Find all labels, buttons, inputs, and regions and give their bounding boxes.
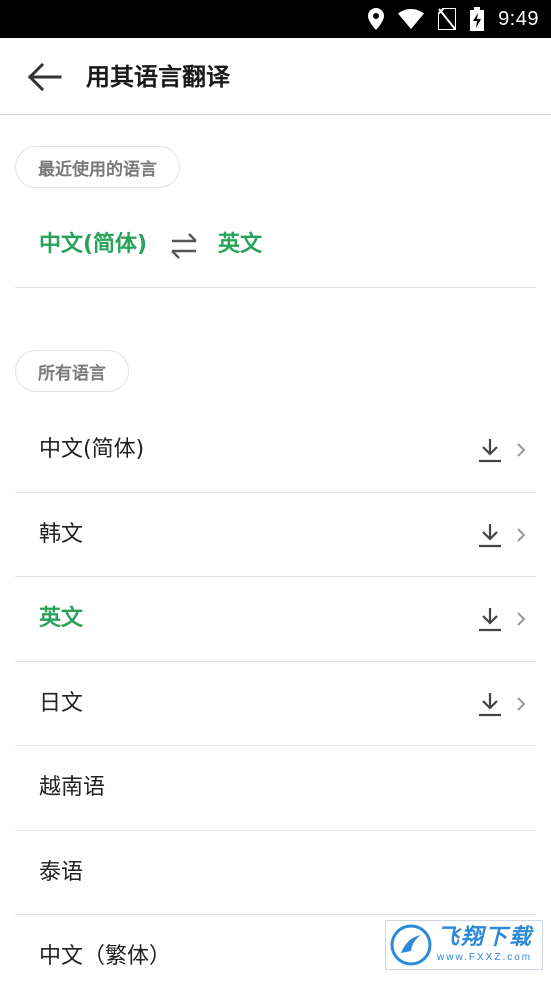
watermark-logo-icon <box>390 924 432 966</box>
chevron-right-icon <box>517 696 526 711</box>
status-icons: 9:49 <box>368 0 539 38</box>
language-label: 中文（繁体） <box>39 944 172 969</box>
battery-charging-icon <box>470 7 485 31</box>
status-time: 9:49 <box>498 7 539 30</box>
recent-languages-chip: 最近使用的语言 <box>15 146 180 188</box>
back-button[interactable] <box>20 54 68 100</box>
language-label: 韩文 <box>39 521 84 547</box>
language-item-th[interactable]: 泰语 <box>15 831 536 915</box>
language-label-selected: 英文 <box>39 606 84 631</box>
location-icon <box>368 8 385 30</box>
language-item-zh-hans[interactable]: 中文(简体) <box>15 408 536 493</box>
language-list: 中文(简体) 韩文 英文 日文 越南语 泰语 中文（繁体） <box>15 408 536 981</box>
chevron-right-icon <box>517 612 526 626</box>
language-item-ko[interactable]: 韩文 <box>15 493 536 577</box>
app-bar: 用其语言翻译 <box>0 38 551 115</box>
download-icon[interactable] <box>476 690 504 718</box>
recent-language-pair: 中文(简体) 英文 <box>15 205 536 288</box>
page-title: 用其语言翻译 <box>86 63 230 91</box>
language-label: 泰语 <box>39 859 84 885</box>
chevron-right-icon <box>517 443 526 457</box>
swap-icon[interactable] <box>167 231 201 261</box>
watermark-main: 飞翔下载 <box>437 925 534 950</box>
language-item-ja[interactable]: 日文 <box>15 662 536 746</box>
wifi-icon <box>398 9 425 29</box>
watermark-text: 飞翔下载 www.FXXZ.com <box>437 925 533 965</box>
language-label: 日文 <box>39 690 84 716</box>
download-icon[interactable] <box>476 605 504 633</box>
language-label: 中文(简体) <box>39 437 145 462</box>
recent-target-language[interactable]: 英文 <box>218 229 262 261</box>
all-languages-chip: 所有语言 <box>15 350 129 392</box>
no-sim-icon <box>438 8 457 30</box>
download-icon[interactable] <box>476 521 504 549</box>
watermark: 飞翔下载 www.FXXZ.com <box>385 920 543 970</box>
language-item-en[interactable]: 英文 <box>15 577 536 662</box>
arrow-left-icon <box>27 62 62 92</box>
watermark-sub: www.FXXZ.com <box>437 952 533 963</box>
language-item-vi[interactable]: 越南语 <box>15 746 536 831</box>
download-icon[interactable] <box>476 436 504 464</box>
status-bar: 9:49 <box>0 0 551 38</box>
recent-source-language[interactable]: 中文(简体) <box>39 229 147 261</box>
chevron-right-icon <box>517 527 526 542</box>
language-label: 越南语 <box>39 775 106 800</box>
